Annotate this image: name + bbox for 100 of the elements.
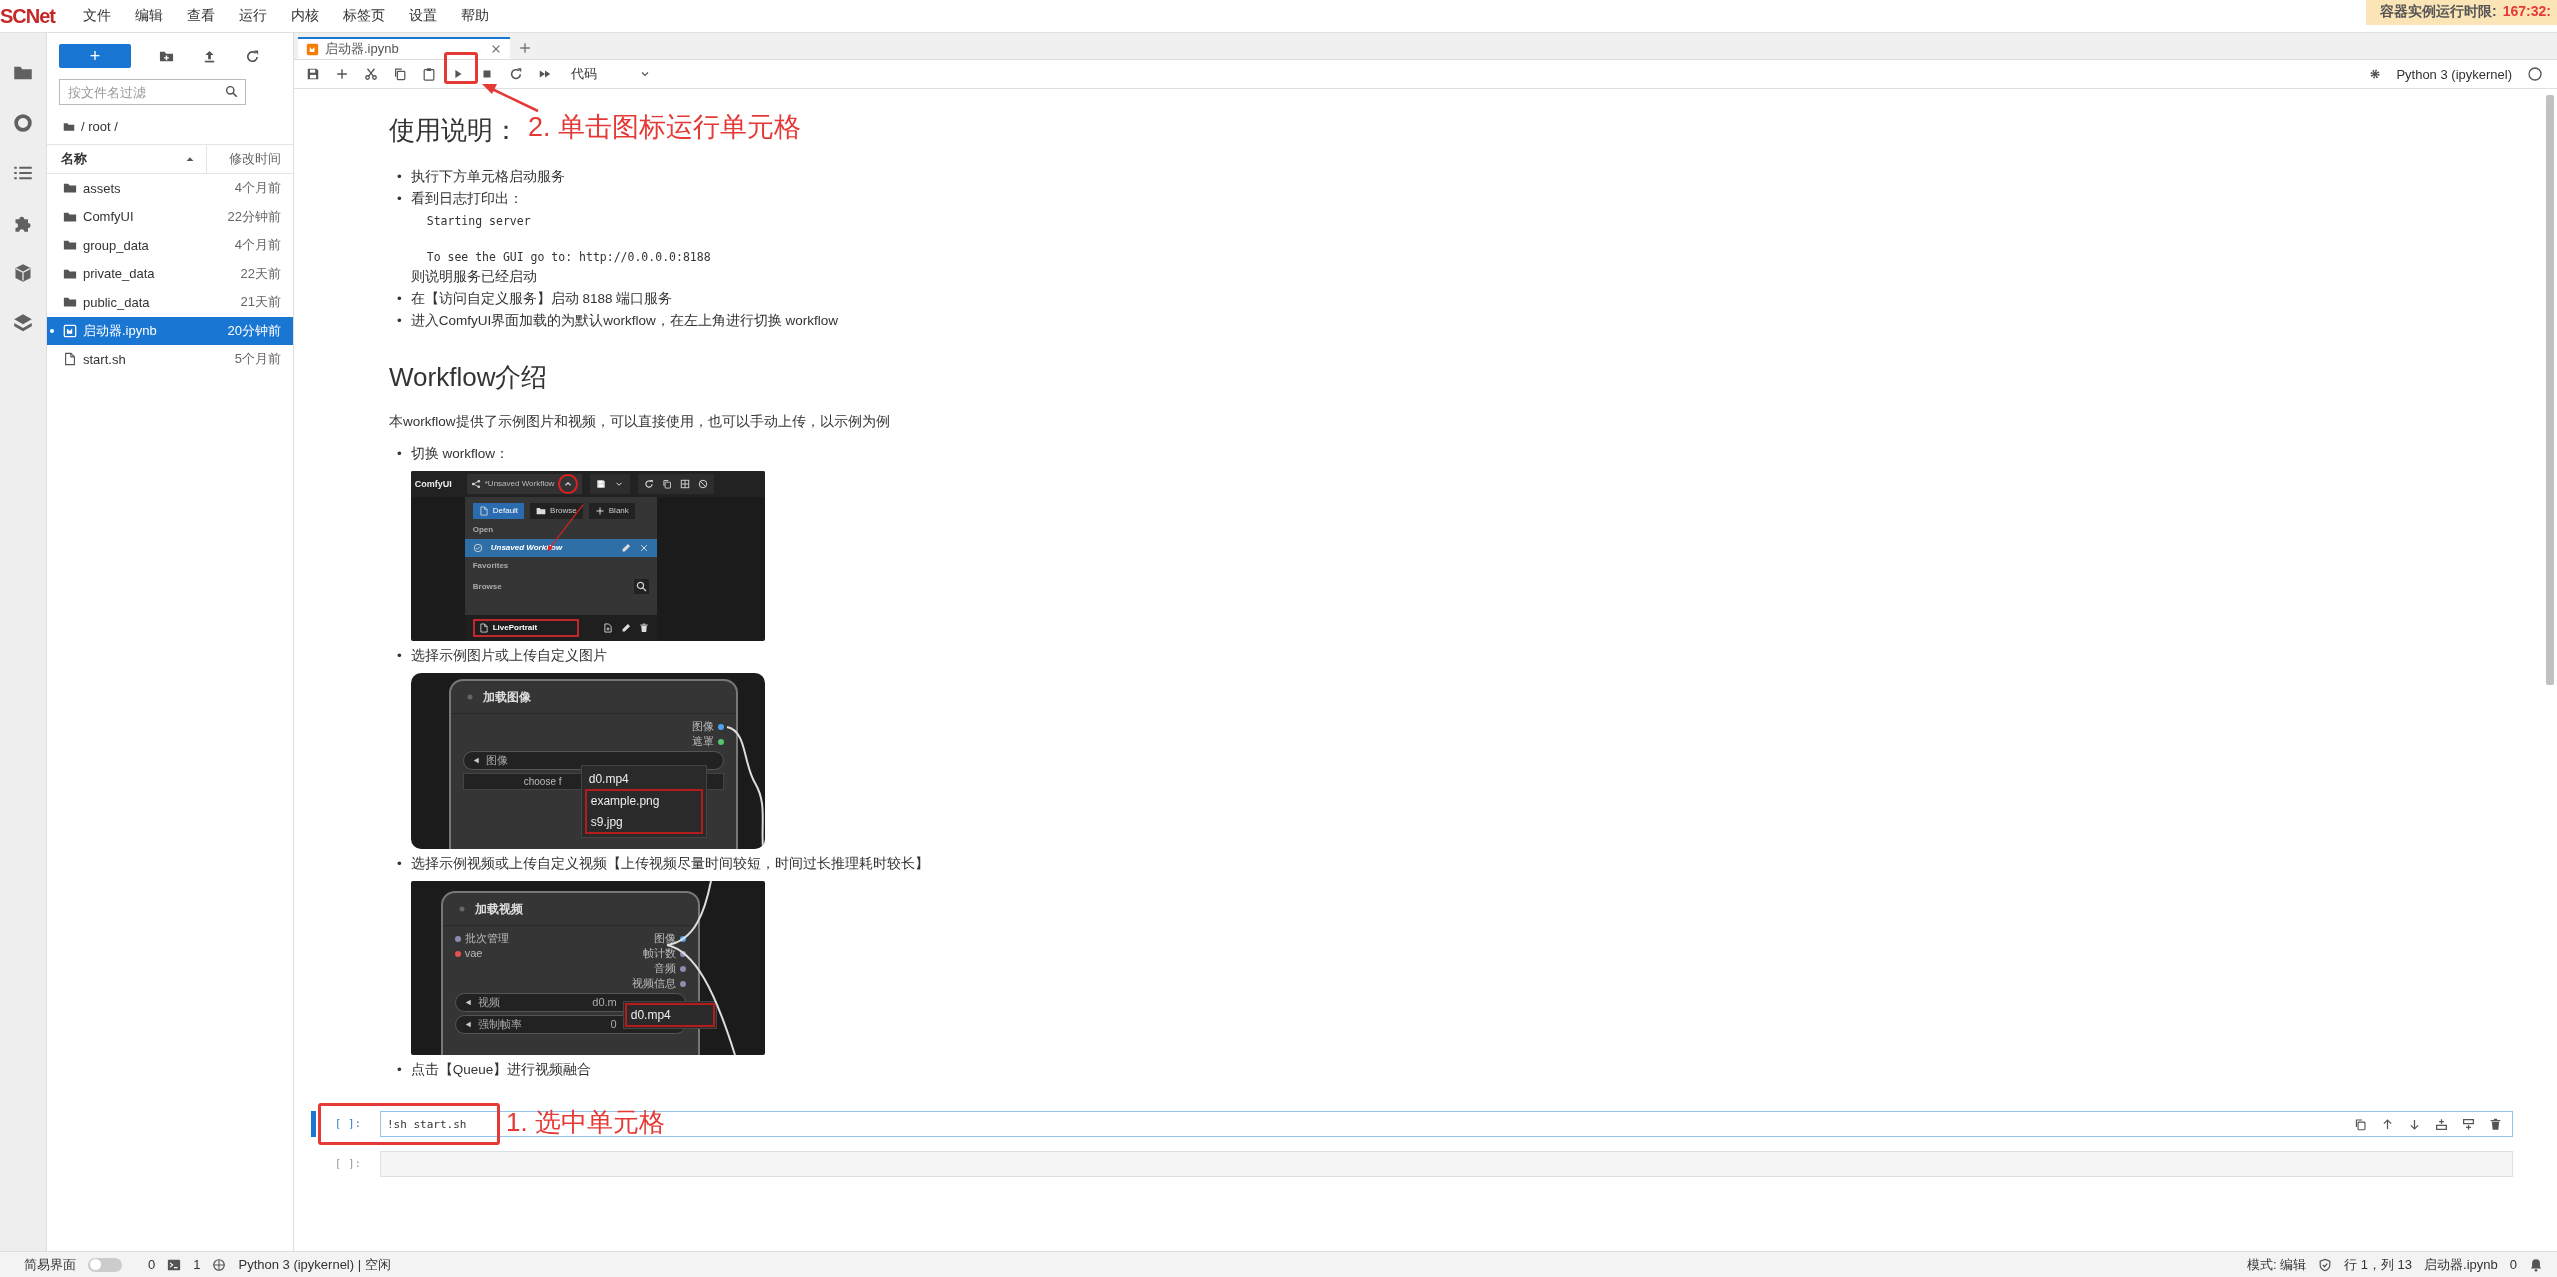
editor-mode[interactable]: 模式: 编辑 (2246, 1255, 2307, 1274)
search-icon[interactable] (633, 579, 649, 594)
refresh-icon[interactable] (644, 479, 655, 489)
running-icon[interactable] (13, 113, 33, 133)
port-dot[interactable] (679, 935, 686, 942)
menu-button[interactable]: Blank (588, 503, 635, 519)
folder-icon (536, 506, 547, 516)
kernel-count[interactable]: 1 (193, 1257, 201, 1272)
port-dot[interactable] (717, 723, 724, 730)
new-launcher-button[interactable]: + (59, 44, 131, 68)
workflow-tab[interactable]: *Unsaved Workflow (466, 474, 583, 494)
active-cell-bar[interactable] (311, 1111, 316, 1137)
column-header[interactable]: 修改时间 (229, 150, 293, 168)
globe-icon[interactable] (212, 1257, 227, 1272)
save-icon[interactable] (306, 67, 320, 81)
port-dot[interactable] (679, 950, 686, 957)
menu-item[interactable]: 标签页 (343, 7, 385, 25)
file-row[interactable]: ComfyUI 22分钟前 (47, 202, 293, 231)
insert-below-icon[interactable] (2462, 1117, 2475, 1131)
notifications-icon[interactable] (2529, 1257, 2543, 1272)
cut-icon[interactable] (364, 67, 378, 81)
chevron-button[interactable] (558, 474, 579, 494)
file-row[interactable]: start.sh 5个月前 (47, 345, 293, 374)
close-icon[interactable] (638, 543, 649, 553)
menu-item[interactable]: 编辑 (135, 7, 163, 25)
menu-item[interactable]: 帮助 (461, 7, 489, 25)
paragraph: 本workflow提供了示例图片和视频，可以直接使用，也可以手动上传，以示例为例 (389, 413, 891, 431)
breadcrumb-path[interactable]: / root / (81, 119, 118, 134)
dropdown-option[interactable]: d0.mp4 (626, 1005, 713, 1026)
layers-icon[interactable] (13, 313, 33, 333)
menu-item[interactable]: 文件 (83, 7, 111, 25)
menu-item[interactable]: 查看 (187, 7, 215, 25)
file-icon (63, 352, 77, 367)
insert-cell-icon[interactable] (335, 67, 349, 81)
port-label: 图像 (653, 931, 676, 946)
menu-item[interactable]: 内核 (291, 7, 319, 25)
menu-button[interactable]: Browse (530, 503, 583, 519)
kernel-status[interactable]: Python 3 (ipykernel) | 空闲 (238, 1255, 391, 1274)
duplicate-icon[interactable] (2354, 1117, 2367, 1131)
file-row[interactable]: 启动器.ipynb 20分钟前 (47, 316, 293, 345)
cursor-position[interactable]: 行 1，列 13 (2344, 1255, 2413, 1274)
menu-item[interactable]: 运行 (239, 7, 267, 25)
file-icon (478, 623, 489, 633)
terminal-icon[interactable] (167, 1257, 182, 1272)
restart-icon[interactable] (509, 67, 523, 81)
terminal-count[interactable]: 0 (148, 1257, 156, 1272)
shield-icon[interactable] (2318, 1257, 2333, 1272)
port-dot[interactable] (454, 950, 461, 957)
kernel-name[interactable]: Python 3 (ipykernel) (2396, 66, 2512, 82)
port-label: 批次管理 (464, 931, 509, 946)
dropdown-option[interactable]: s9.jpg (586, 811, 701, 833)
file-add-icon[interactable] (602, 623, 613, 633)
menu-button[interactable]: Default (472, 503, 525, 519)
list-item-text: 执行下方单元格启动服务 (410, 168, 565, 186)
notification-count[interactable]: 0 (2509, 1257, 2517, 1272)
port-dot[interactable] (679, 980, 686, 987)
insert-above-icon[interactable] (2435, 1117, 2448, 1131)
paste-icon[interactable] (422, 67, 436, 81)
port-dot[interactable] (717, 738, 724, 745)
runtime-value: 167:32: (2502, 3, 2551, 21)
port-dot[interactable] (454, 935, 461, 942)
plus-icon (594, 506, 605, 516)
scrollbar-thumb[interactable] (2546, 95, 2554, 685)
bullet: • (397, 290, 402, 308)
dropdown-option[interactable]: example.png (586, 791, 701, 812)
notebook-tab[interactable]: 启动器.ipynb (298, 37, 510, 59)
move-up-icon[interactable] (2381, 1117, 2394, 1131)
workflow-item[interactable]: LivePortrait (464, 615, 657, 641)
menu-item[interactable]: 设置 (409, 7, 437, 25)
delete-icon[interactable] (2489, 1117, 2502, 1131)
simple-mode-toggle[interactable] (88, 1257, 122, 1272)
copy-icon[interactable] (393, 67, 407, 81)
close-icon[interactable] (490, 43, 502, 55)
settings-icon[interactable] (2369, 68, 2382, 80)
cube-icon[interactable] (13, 263, 33, 283)
trash-icon[interactable] (638, 623, 649, 633)
filter-field[interactable]: 按文件名过滤 (59, 79, 246, 105)
code-cell-input[interactable]: !sh start.sh 1. 选中单元格 (380, 1111, 2513, 1137)
column-header[interactable]: 名称 (61, 150, 87, 168)
file-row[interactable]: public_data 21天前 (47, 288, 293, 317)
port-dot[interactable] (679, 965, 686, 972)
save-icon[interactable] (596, 479, 607, 489)
prohibited-icon[interactable] (698, 479, 709, 489)
file-row[interactable]: group_data 4个月前 (47, 231, 293, 260)
grid-icon[interactable] (680, 479, 691, 489)
runtime-label: 容器实例运行时限: (2380, 3, 2497, 21)
upload-icon[interactable] (202, 48, 217, 64)
refresh-icon[interactable] (245, 48, 260, 64)
cell-type-dropdown[interactable]: 代码 (571, 65, 651, 83)
copy-icon[interactable] (662, 479, 673, 489)
list-item-text: 切换 workflow： (410, 445, 509, 463)
list-item-text: 选择示例图片或上传自定义图片 (410, 647, 607, 665)
move-down-icon[interactable] (2408, 1117, 2421, 1131)
file-row[interactable]: private_data 22天前 (47, 259, 293, 288)
pencil-icon[interactable] (620, 623, 631, 633)
code-cell-input[interactable] (380, 1151, 2513, 1177)
file-row[interactable]: assets 4个月前 (47, 174, 293, 203)
left-arrow-icon (463, 1020, 473, 1029)
port-label: 遮罩 (691, 734, 714, 749)
new-tab-icon[interactable] (518, 41, 532, 55)
